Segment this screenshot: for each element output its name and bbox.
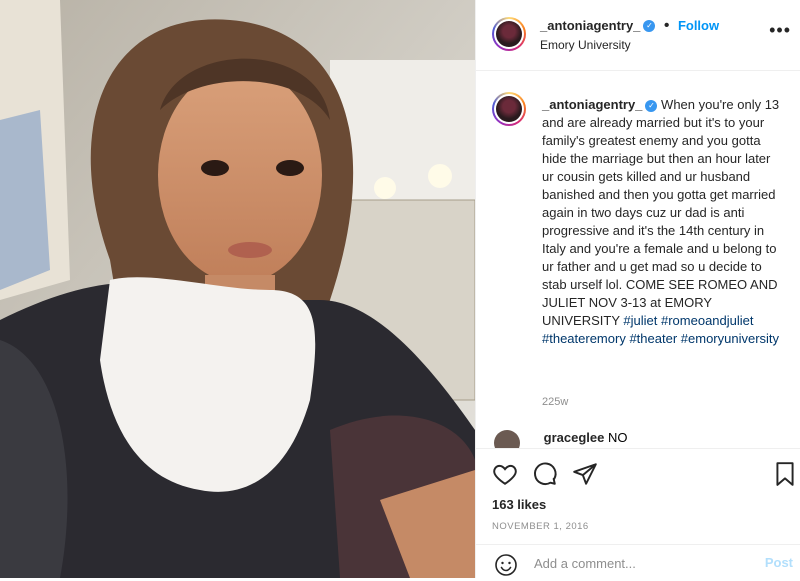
post-location[interactable]: Emory University [540,38,631,52]
post-header: _antoniagentry_ ✓ • Follow Emory Universi… [476,0,800,71]
caption-username[interactable]: _antoniagentry_ [542,97,642,112]
post-caption: _antoniagentry_ ✓ When you're only 13 and… [542,96,782,348]
add-comment-bar: Post [476,544,800,581]
post-comment-button[interactable]: Post [765,555,793,570]
more-options-icon[interactable]: ••• [769,20,791,41]
emoji-icon[interactable] [494,553,518,577]
send-icon[interactable] [572,461,598,487]
author-username[interactable]: _antoniagentry_ [540,18,640,33]
comment-input[interactable] [532,555,736,572]
heart-icon[interactable] [492,461,518,487]
author-avatar[interactable] [492,17,526,51]
verified-badge-icon: ✓ [643,19,656,32]
separator-dot: • [663,17,670,34]
caption-time-ago[interactable]: 225w [542,396,568,408]
like-count[interactable]: 163 likes [492,497,546,512]
post-detail-panel: _antoniagentry_ ✓ • Follow Emory Universi… [475,0,800,579]
caption-text: When you're only 13 and are already marr… [542,97,780,328]
comment-icon[interactable] [532,461,558,487]
bookmark-icon[interactable] [772,461,798,487]
post-date[interactable]: NOVEMBER 1, 2016 [492,521,589,532]
post-photo[interactable] [0,0,475,578]
comment-item: graceglee NO [494,430,784,448]
post-actions: 163 likes NOVEMBER 1, 2016 Post [476,448,800,579]
hashtag-link[interactable]: #emoryuniversity [681,331,779,346]
comment-username[interactable]: graceglee [544,430,605,445]
follow-button[interactable]: Follow [678,18,719,33]
hashtag-link[interactable]: #romeoandjuliet [661,313,754,328]
hashtag-link[interactable]: #juliet [623,313,657,328]
commenter-avatar[interactable] [494,430,520,448]
selfie-image [0,0,475,578]
hashtag-link[interactable]: #theateremory [542,331,626,346]
caption-author-avatar[interactable] [492,92,526,126]
verified-badge-icon: ✓ [645,99,658,112]
comment-text: NO [607,430,628,445]
hashtag-link[interactable]: #theater [629,331,677,346]
